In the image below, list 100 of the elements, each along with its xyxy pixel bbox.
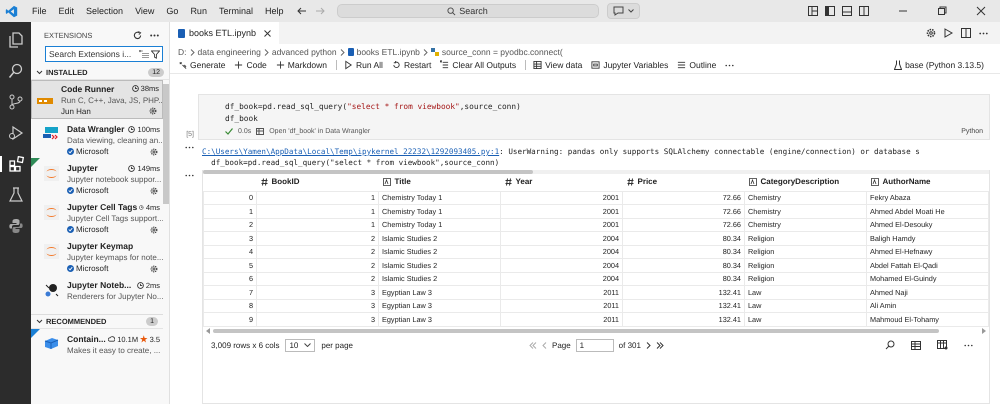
column-header[interactable]: CategoryDescription [748, 177, 840, 186]
restore-icon[interactable] [937, 6, 947, 16]
menu-item[interactable]: Run [184, 6, 213, 16]
toolbar-button[interactable]: View data [545, 60, 582, 70]
column-header[interactable]: BookID [260, 177, 300, 186]
split-pane-icon[interactable] [859, 6, 869, 16]
menu-item[interactable]: Help [258, 6, 290, 16]
split-editor-icon[interactable] [961, 28, 971, 38]
breadcrumb-item[interactable]: data engineering [198, 47, 261, 57]
extension-item[interactable]: Jupyter Keymap Jupyter keymaps for note... Microsoft [31, 236, 163, 275]
publisher-name: Microsoft [76, 225, 110, 234]
table-icon[interactable] [911, 340, 921, 350]
column-header[interactable]: Price [626, 177, 658, 186]
last-page-icon[interactable] [656, 342, 664, 348]
column-header[interactable]: AuthorName [870, 177, 931, 186]
filter-icon[interactable] [151, 50, 160, 58]
editor-tab[interactable]: books ETL.ipynb [170, 22, 280, 44]
scrollbar[interactable] [163, 84, 169, 204]
toolbar-button[interactable]: Restart [404, 60, 432, 70]
settings-icon[interactable] [150, 186, 158, 194]
scroll-right-icon[interactable] [982, 328, 986, 334]
data-wrangler-icon [42, 127, 60, 141]
run-icon[interactable] [944, 28, 953, 38]
menu-item[interactable]: Edit [52, 6, 80, 16]
menu-item[interactable]: Terminal [212, 6, 259, 16]
search-field[interactable]: Search [337, 4, 600, 18]
sparkle-icon [178, 60, 187, 70]
extension-name: Contain... [67, 334, 106, 344]
column-header[interactable]: Title [382, 177, 411, 186]
clock-icon [128, 126, 136, 132]
more-icon[interactable] [964, 344, 973, 346]
more-icon[interactable] [979, 32, 988, 34]
more-icon[interactable] [185, 146, 194, 149]
chevron-right-icon [422, 48, 428, 56]
breadcrumb-item[interactable]: D: [178, 47, 186, 57]
toolbar-button[interactable]: Outline [689, 60, 716, 70]
extensions-icon[interactable] [8, 156, 24, 172]
table-summary: 3,009 rows x 6 cols [211, 340, 280, 350]
hash-icon [260, 178, 268, 186]
extension-description: Data viewing, cleaning an... [67, 136, 160, 145]
breadcrumb-item[interactable]: source_conn = pyodbc.connect( [442, 47, 563, 57]
back-arrow-icon[interactable] [297, 7, 308, 15]
close-icon[interactable] [976, 6, 986, 16]
breadcrumb-item[interactable]: advanced python [272, 47, 337, 57]
clear-filter-icon[interactable] [139, 50, 149, 58]
chevron-right-icon [340, 48, 345, 56]
menu-item[interactable]: Go [160, 6, 184, 16]
restart-icon [392, 60, 401, 70]
run-debug-icon[interactable] [8, 125, 24, 141]
settings-icon[interactable] [150, 148, 158, 156]
refresh-icon[interactable] [133, 31, 142, 40]
menu-item[interactable]: View [129, 6, 160, 16]
settings-icon[interactable] [149, 107, 157, 115]
menu-item[interactable]: Selection [80, 6, 130, 16]
toolbar-button[interactable]: Generate [190, 60, 226, 70]
toolbar-button[interactable]: Code [246, 60, 267, 70]
chat-icon [613, 6, 624, 16]
settings-icon[interactable] [150, 226, 158, 234]
extension-search-field[interactable]: Search Extensions i... [45, 46, 163, 62]
plus-icon [234, 60, 244, 70]
python-icon[interactable] [8, 218, 24, 234]
files-icon[interactable] [8, 32, 24, 48]
chat-button[interactable] [607, 3, 640, 19]
flask-icon[interactable] [8, 187, 24, 203]
panel-toggle-icon[interactable] [842, 6, 852, 16]
toolbar-button[interactable]: Markdown [288, 60, 327, 70]
chevron-down-icon [304, 343, 312, 347]
search-icon[interactable] [8, 63, 24, 79]
next-page-icon[interactable] [646, 342, 651, 348]
search-icon[interactable] [885, 340, 895, 350]
clear-list-icon [440, 60, 450, 70]
run-all-icon [344, 60, 353, 70]
breadcrumb-item[interactable]: books ETL.ipynb [356, 47, 420, 57]
page-size-dropdown[interactable]: 10 [285, 338, 316, 352]
sidebar-toggle-icon[interactable] [825, 6, 835, 16]
settings-icon[interactable] [926, 28, 936, 38]
menu-item[interactable]: File [26, 6, 53, 16]
page-total: of 301 [618, 340, 641, 350]
clock-icon [132, 85, 139, 92]
grid-settings-icon[interactable] [937, 340, 948, 350]
clock-icon [128, 164, 136, 172]
column-header[interactable]: Year [504, 177, 532, 186]
more-icon[interactable] [150, 34, 159, 37]
text-type-icon [382, 178, 390, 186]
layout-icon[interactable] [808, 6, 818, 16]
extension-description: Jupyter notebook suppor... [67, 175, 160, 184]
close-icon[interactable] [264, 30, 272, 36]
scroll-left-icon[interactable] [206, 328, 210, 334]
page-number-field[interactable]: 1 [576, 338, 614, 352]
kernel-picker[interactable]: base (Python 3.13.5) [905, 60, 992, 70]
source-control-icon[interactable] [8, 94, 24, 110]
toolbar-button[interactable]: Jupyter Variables [603, 60, 668, 70]
scrollbar[interactable] [203, 170, 989, 174]
more-icon[interactable] [725, 64, 734, 66]
notebook-icon [178, 28, 185, 38]
toolbar-button[interactable]: Clear All Outputs [452, 60, 516, 70]
settings-icon[interactable] [150, 264, 158, 272]
publisher-name: Microsoft [76, 186, 110, 195]
more-icon[interactable] [185, 174, 194, 177]
toolbar-button[interactable]: Run All [356, 60, 383, 70]
